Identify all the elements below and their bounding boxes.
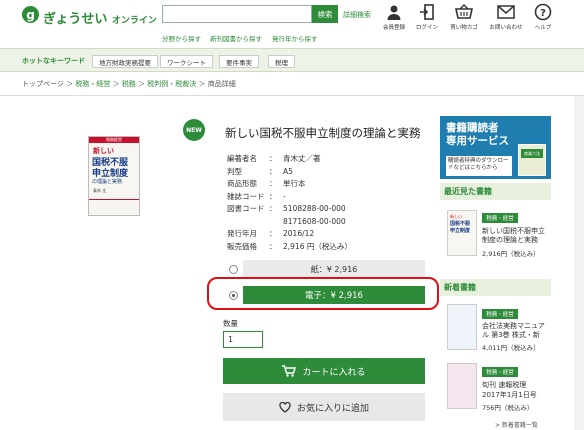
new-book-1-price: 4,011円（税込み） (482, 344, 540, 352)
new-book-thumbnail-1[interactable] (447, 304, 477, 350)
cart-icon (282, 365, 297, 377)
banner-book-title: 商業六法 (521, 149, 543, 158)
breadcrumb-current: 商品詳細 (207, 80, 236, 88)
contact-button[interactable]: お問い合わせ (489, 3, 523, 31)
cover-line4: の理論と実務 (92, 179, 123, 185)
cover-band: 税務経営 (89, 137, 139, 143)
new-book-thumbnail-2[interactable] (447, 363, 477, 409)
banner-line2: 専用サービス (446, 135, 509, 147)
divider (0, 95, 584, 96)
new-books-title: 新着書籍 (440, 279, 551, 296)
help-button[interactable]: ? ヘルプ (526, 3, 560, 31)
keyword-chip[interactable]: 税理 (268, 55, 295, 68)
new-books-more-link[interactable]: > 新着書籍一覧 (495, 420, 538, 429)
spec-row: 判型： A5 (227, 166, 293, 176)
logo-mark[interactable]: g (22, 6, 39, 23)
cover-rule (89, 199, 139, 200)
add-to-cart-label: カートに入れる (302, 367, 366, 378)
book-cover[interactable]: 税務経営 新しい 国税不服 申立制度 の理論と実務 青木 丈 (88, 136, 140, 216)
browse-by-field-link[interactable]: 分野から探す (162, 33, 201, 43)
spec-row: 販売価格： 2,916 円（税込み） (227, 241, 352, 251)
advanced-search-link[interactable]: 詳細検索 (343, 10, 371, 20)
recent-book-thumbnail[interactable]: 新しい 国税不服 申立制度 (447, 210, 477, 256)
logo-sub: オンライン (111, 16, 157, 26)
spec-row: 8171608-00-000 (283, 216, 346, 226)
recent-book-title-2[interactable]: 制度の理論と実務 (482, 236, 538, 245)
category-tag: 税務・経営 (482, 213, 518, 223)
browse-by-year-link[interactable]: 発行年から探す (272, 33, 318, 43)
breadcrumb-top[interactable]: トップページ (22, 80, 64, 88)
site-logo[interactable]: ぎょうせい オンライン (43, 8, 157, 27)
member-register-button[interactable]: 会員登録 (377, 3, 411, 31)
paper-option[interactable]: 紙：¥ 2,916 (243, 260, 425, 278)
breadcrumb-tax-business[interactable]: 税務・経営 (75, 80, 110, 88)
new-book-2-title-2[interactable]: 2017年1月1日号 (482, 391, 537, 400)
recent-book-title-1[interactable]: 新しい国税不服申立 (482, 227, 545, 236)
breadcrumb-tax[interactable]: 税務 (122, 80, 136, 88)
new-badge: NEW (183, 119, 205, 141)
quantity-label: 数量 (223, 319, 238, 328)
spec-row: 商品形態：単行本 (227, 179, 306, 188)
quantity-input[interactable]: 1 (223, 331, 263, 348)
spec-row: 発行年月： 2016/12 (227, 229, 315, 238)
recent-book-price: 2,916円（税込み） (482, 250, 540, 258)
add-to-favorites-button[interactable]: お気に入りに追加 (223, 393, 425, 421)
login-icon (418, 3, 436, 21)
basket-icon (455, 3, 473, 21)
shopping-cart-button[interactable]: 買い物カゴ (447, 3, 481, 31)
breadcrumb: トップページ ＞ 税務・経営 ＞ 税務 ＞ 税判例・税裁決 ＞ 商品詳細 (22, 80, 236, 88)
keyword-chip[interactable]: 地方財政実務提要 (92, 55, 158, 68)
new-book-2-price: 756円（税込み） (482, 404, 534, 412)
add-to-cart-button[interactable]: カートに入れる (223, 358, 425, 384)
login-label: ログイン (415, 25, 438, 31)
product-specs: 編著者名：青木丈／著 判型： A5 商品形態：単行本 雑誌コード： - 図書コード：… (225, 152, 354, 254)
heart-icon (279, 401, 291, 413)
banner-description: 購読者特典のダウンロードなどはこちらから (446, 156, 512, 176)
keyword-chip[interactable]: ワークシート (160, 55, 213, 68)
search-input[interactable] (162, 5, 312, 23)
scrollbar[interactable] (574, 96, 584, 430)
new-book-1-title-2[interactable]: ル 第3巻 株式・新 (482, 331, 540, 340)
browse-new-books-link[interactable]: 新刊図書から探す (210, 33, 262, 43)
spec-row: 雑誌コード： - (227, 191, 286, 201)
category-tag: 税務・経営 (482, 309, 518, 319)
member-label: 会員登録 (382, 25, 405, 31)
banner-book-image: 商業六法 (518, 144, 546, 176)
search-button[interactable]: 検索 (312, 5, 338, 23)
new-book-2-title-1[interactable]: 旬刊 速報税理 (482, 381, 526, 390)
hot-keyword-title: ホットなキーワード (22, 57, 85, 65)
help-label: ヘルプ (534, 25, 552, 31)
spec-row: 図書コード： 5108288-00-000 (227, 204, 346, 213)
highlight-outline (207, 277, 439, 310)
recently-viewed-title: 最近見た書籍 (440, 183, 551, 200)
paper-radio[interactable] (229, 265, 238, 274)
subscriber-service-banner[interactable]: 書籍購読者 専用サービス 購読者特典のダウンロードなどはこちらから 商業六法 (440, 116, 551, 179)
mail-icon (497, 3, 515, 21)
breadcrumb-tax-cases[interactable]: 税判例・税裁決 (147, 80, 196, 88)
logo-text: ぎょうせい (43, 12, 108, 27)
contact-label: お問い合わせ (489, 25, 523, 31)
spec-row: 編著者名：青木丈／著 (227, 154, 321, 163)
add-to-favorites-label: お気に入りに追加 (296, 403, 369, 414)
cart-label: 買い物カゴ (450, 25, 478, 31)
help-icon: ? (534, 3, 552, 21)
new-book-1-title-1[interactable]: 会社法実務マニュア (482, 322, 545, 331)
svg-text:?: ? (540, 8, 546, 19)
keyword-chip[interactable]: 要件事実 (219, 55, 259, 68)
category-tag: 税務・経営 (482, 367, 518, 377)
login-button[interactable]: ログイン (410, 3, 444, 31)
cover-author: 青木 丈 (93, 188, 107, 193)
product-title: 新しい国税不服申立制度の理論と実務 (225, 126, 421, 140)
member-icon (385, 3, 403, 21)
